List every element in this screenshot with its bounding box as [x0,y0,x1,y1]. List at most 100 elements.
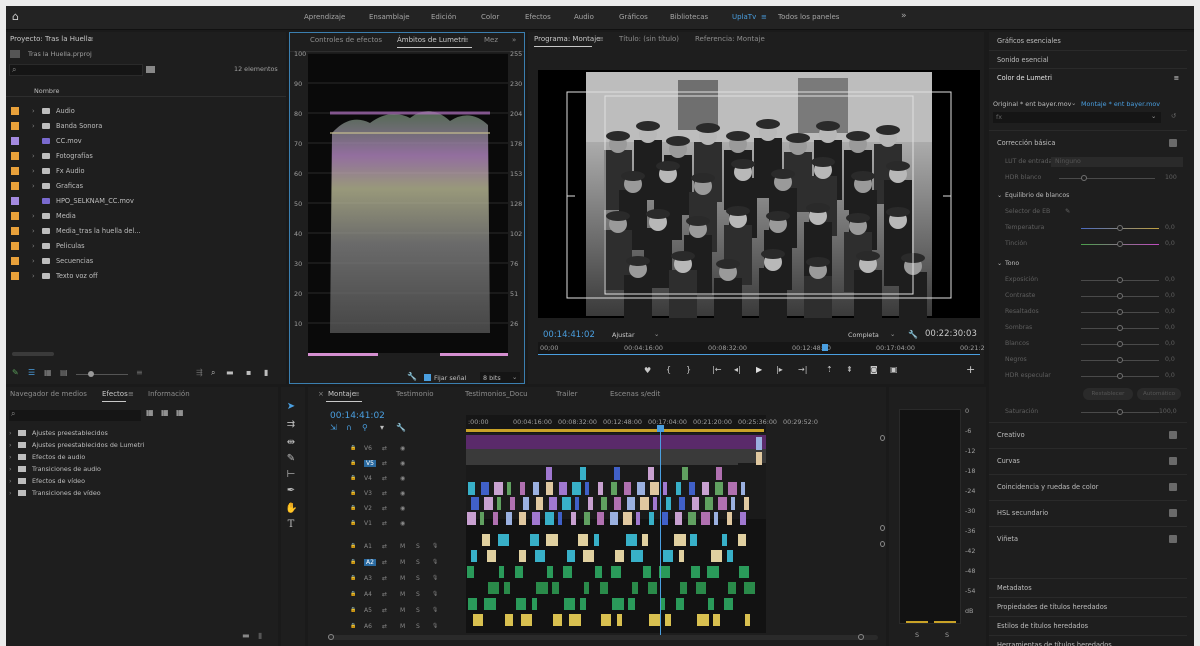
video-clip[interactable] [532,512,540,525]
track-target-label[interactable]: V1 [364,520,372,527]
play-icon[interactable]: ▶ [756,365,762,374]
sync-lock-icon[interactable]: ⇄ [382,575,387,582]
chevron-right-icon[interactable]: › [32,224,35,238]
video-clip[interactable] [624,482,631,495]
project-item[interactable]: › Audio [6,104,278,118]
new-bin-icon[interactable]: ▬ [242,631,250,640]
effects-folder[interactable]: › Transiciones de audio [6,463,276,475]
section-enable-checkbox[interactable] [1169,509,1177,517]
panel-header[interactable]: Propiedades de títulos heredados [989,597,1187,616]
wrench-icon[interactable]: 🔧 [407,372,417,381]
lock-icon[interactable]: 🔒 [350,490,356,496]
audio-clip[interactable] [467,566,474,578]
track-target-label[interactable]: A6 [364,623,372,630]
audio-clip[interactable] [628,598,635,610]
playhead-marker[interactable] [822,344,828,351]
audio-clip[interactable] [546,534,558,546]
eye-icon[interactable]: ◉ [400,505,405,512]
audio-clip[interactable] [515,566,523,578]
sync-lock-icon[interactable]: ⇄ [382,559,387,566]
extract-icon[interactable]: ⇞ [846,365,853,374]
audio-clip[interactable] [648,582,657,594]
lock-icon[interactable]: 🔒 [350,505,356,511]
video-clip[interactable] [510,497,515,510]
mute-button[interactable]: M [400,559,405,566]
audio-clip[interactable] [595,566,602,578]
track-target-label[interactable]: A1 [364,543,372,550]
compare-view-icon[interactable]: ▣ [890,365,898,374]
video-clip[interactable] [559,482,567,495]
track-target-label[interactable]: A5 [364,607,372,614]
project-title[interactable]: Proyecto: Tras la Huella [10,35,92,43]
vertical-scroll-handle[interactable] [880,435,885,441]
video-clip[interactable] [650,482,659,495]
effects-search-input[interactable]: ⌕ [9,409,141,421]
video-clip[interactable] [689,482,695,495]
mute-button[interactable]: M [400,623,405,630]
lumetri-section-header[interactable]: Coincidencia y ruedas de color [989,474,1187,498]
list-view-icon[interactable]: ☰ [28,368,35,377]
audio-clip[interactable] [584,582,589,594]
project-menu-icon[interactable]: ≡ [88,35,94,43]
video-clip[interactable] [756,452,762,465]
accelerated-effects-icon[interactable]: ▦ [146,408,154,417]
tone-header[interactable]: ⌄ Tono [989,256,1187,272]
audio-clip[interactable] [738,534,746,546]
lock-icon[interactable]: 🔒 [350,623,356,629]
snap-icon[interactable]: ∩ [346,423,352,432]
video-clip[interactable] [523,497,529,510]
lift-icon[interactable]: ⇡ [826,365,833,374]
step-forward-icon[interactable]: |▸ [776,365,783,374]
playhead-handle[interactable] [657,425,664,432]
audio-clip[interactable] [471,550,477,562]
solo-button[interactable]: S [416,623,420,630]
section-enable-checkbox[interactable] [1169,431,1177,439]
video-clip[interactable] [597,512,604,525]
project-item[interactable]: › Graficas [6,179,278,193]
tab-sequence[interactable]: Trailer [556,390,578,398]
video-clip[interactable] [546,482,553,495]
vertical-scroll-handle[interactable] [880,541,885,547]
timeline-scrollbar[interactable] [328,634,878,640]
audio-clip[interactable] [728,582,736,594]
audio-clip[interactable] [547,566,553,578]
mute-button[interactable]: M [400,607,405,614]
audio-clip[interactable] [643,566,651,578]
video-clip[interactable] [714,512,718,525]
linked-selection-icon[interactable]: ⚲ [362,423,368,432]
audio-clip[interactable] [626,534,637,546]
timeline-playhead[interactable] [660,427,661,635]
audio-clip[interactable] [468,598,477,610]
target-clip-label[interactable]: Montaje * ent bayer.mov [1081,100,1160,108]
audio-clip[interactable] [473,614,483,626]
workspace-tab[interactable]: Aprendizaje [304,13,345,21]
workspace-tab[interactable]: Gráficos [619,13,648,21]
workspace-tab[interactable]: Todos los paneles [778,13,839,21]
clamp-checkbox[interactable] [424,374,431,381]
eye-icon[interactable]: ◉ [400,445,405,452]
slider-knob[interactable] [1117,309,1123,315]
audio-clip[interactable] [612,598,624,610]
chevron-right-icon[interactable]: › [32,254,35,268]
wrench-icon[interactable]: 🔧 [396,423,406,432]
chevron-right-icon[interactable]: › [32,104,35,118]
audio-clip[interactable] [697,614,709,626]
video-clip[interactable] [676,482,681,495]
basic-correction-section[interactable]: Corrección básica [989,130,1187,154]
video-clip[interactable] [494,482,503,495]
tab-menu-icon[interactable]: ≡ [463,36,469,44]
wrench-icon[interactable]: 🔧 [908,330,918,339]
video-clip[interactable] [545,512,554,525]
microphone-icon[interactable]: 🎙 [432,623,438,629]
home-icon[interactable]: ⌂ [12,11,24,23]
video-clip[interactable] [467,512,476,525]
tab-sequence[interactable]: Testimonios_Docu [465,390,528,398]
video-clip[interactable] [549,497,557,510]
lock-icon[interactable]: 🔒 [350,460,356,466]
audio-clip[interactable] [722,534,727,546]
mute-button[interactable]: M [400,543,405,550]
chevron-right-icon[interactable]: › [9,463,12,475]
video-clip[interactable] [481,482,489,495]
audio-clip[interactable] [530,534,539,546]
selection-tool-icon[interactable]: ➤ [285,401,297,413]
